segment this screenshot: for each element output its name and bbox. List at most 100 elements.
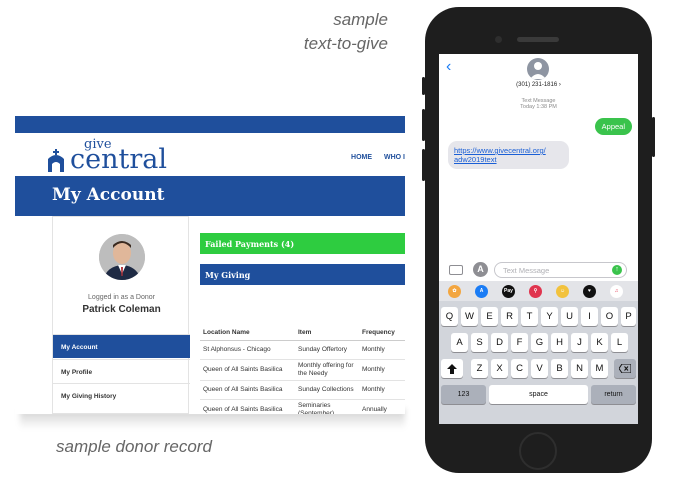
key-b[interactable]: B xyxy=(551,359,568,378)
account-main: Failed Payments (4) My Giving Location N… xyxy=(200,233,405,414)
key-q[interactable]: Q xyxy=(441,307,458,326)
imessage-app-drawer: ✿ A Pay ⚲ ☺ ♥ ♫ xyxy=(439,281,638,301)
return-key[interactable]: return xyxy=(591,385,636,404)
key-s[interactable]: S xyxy=(471,333,488,352)
table-row[interactable]: Queen of All Saints Basilica Sunday Coll… xyxy=(200,380,405,400)
main-nav: HOME WHO I xyxy=(341,154,405,161)
sidebar-item-my-profile[interactable]: My Profile xyxy=(53,359,190,383)
key-p[interactable]: P xyxy=(621,307,636,326)
cell-location: St Alphonsus - Chicago xyxy=(200,340,295,360)
send-arrow-icon[interactable]: ↑ xyxy=(612,265,622,275)
top-bar xyxy=(15,116,405,133)
key-l[interactable]: L xyxy=(611,333,628,352)
messages-screen: ‹ (301) 231-1816 › Text Message Today 1:… xyxy=(439,54,638,424)
church-icon xyxy=(48,149,64,172)
key-j[interactable]: J xyxy=(571,333,588,352)
site-header: give central HOME WHO I xyxy=(15,133,405,176)
outgoing-message-bubble: Appeal xyxy=(594,118,632,135)
message-input[interactable]: Text Message ↑ xyxy=(494,262,627,278)
space-key[interactable]: space xyxy=(489,385,588,404)
caption-top-line1: sample xyxy=(333,10,388,29)
key-k[interactable]: K xyxy=(591,333,608,352)
col-item: Item xyxy=(295,326,359,341)
message-input-placeholder: Text Message xyxy=(503,266,550,275)
key-f[interactable]: F xyxy=(511,333,528,352)
key-g[interactable]: G xyxy=(531,333,548,352)
sidebar-item-my-giving-history[interactable]: My Giving History xyxy=(53,383,190,407)
key-d[interactable]: D xyxy=(491,333,508,352)
cell-location: Queen of All Saints Basilica xyxy=(200,399,295,414)
shift-key[interactable] xyxy=(441,359,463,378)
logo-wordmark: give central xyxy=(70,138,167,173)
link-line2: adw2019text xyxy=(454,155,497,164)
caption-text-to-give: sample text-to-give xyxy=(188,8,388,56)
key-e[interactable]: E xyxy=(481,307,498,326)
cell-location: Queen of All Saints Basilica xyxy=(200,359,295,381)
giving-table: Location Name Item Frequency St Alphonsu… xyxy=(200,326,405,414)
givecentral-logo[interactable]: give central xyxy=(46,138,167,173)
cell-frequency: Monthly xyxy=(359,359,405,381)
appstore-app-icon[interactable]: A xyxy=(475,285,488,298)
account-sidebar: Logged in as a Donor Patrick Coleman My … xyxy=(52,216,190,414)
app-store-icon[interactable]: A xyxy=(473,262,488,277)
key-w[interactable]: W xyxy=(461,307,478,326)
table-row[interactable]: Queen of All Saints Basilica Monthly off… xyxy=(200,359,405,381)
shift-arrow-icon xyxy=(447,364,457,374)
ios-keyboard: ✿ A Pay ⚲ ☺ ♥ ♫ Q W E R T Y U I O P A S … xyxy=(439,281,638,424)
front-camera xyxy=(495,36,502,43)
message-timestamp: Text Message Today 1:38 PM xyxy=(439,98,638,110)
meta-line2: Today 1:38 PM xyxy=(520,104,557,110)
back-chevron-icon[interactable]: ‹ xyxy=(446,58,451,76)
key-n[interactable]: N xyxy=(571,359,588,378)
donor-name: Patrick Coleman xyxy=(82,304,161,315)
nav-who[interactable]: WHO I xyxy=(384,154,405,161)
key-v[interactable]: V xyxy=(531,359,548,378)
photos-app-icon[interactable]: ✿ xyxy=(448,285,461,298)
camera-icon[interactable] xyxy=(449,265,463,275)
caption-donor-record: sample donor record xyxy=(56,437,212,456)
key-y[interactable]: Y xyxy=(541,307,558,326)
failed-payments-banner[interactable]: Failed Payments (4) xyxy=(200,233,405,254)
volume-up-button xyxy=(422,109,425,141)
my-giving-header: My Giving xyxy=(200,264,405,285)
key-h[interactable]: H xyxy=(551,333,568,352)
applepay-app-icon[interactable]: Pay xyxy=(502,285,515,298)
table-row[interactable]: St Alphonsus - Chicago Sunday Offertory … xyxy=(200,340,405,360)
key-i[interactable]: I xyxy=(581,307,598,326)
page-title: My Account xyxy=(15,176,405,216)
key-a[interactable]: A xyxy=(451,333,468,352)
key-r[interactable]: R xyxy=(501,307,518,326)
numbers-key[interactable]: 123 xyxy=(441,385,486,404)
music-app-icon[interactable]: ♫ xyxy=(610,285,623,298)
compose-row: A Text Message ↑ xyxy=(439,259,638,281)
mute-switch xyxy=(422,77,425,95)
volume-down-button xyxy=(422,149,425,181)
iphone-mockup: ‹ (301) 231-1816 › Text Message Today 1:… xyxy=(422,7,655,473)
search-images-icon[interactable]: ⚲ xyxy=(529,285,542,298)
cell-item: Sunday Collections xyxy=(295,380,359,400)
key-o[interactable]: O xyxy=(601,307,618,326)
home-button[interactable] xyxy=(519,432,557,470)
key-z[interactable]: Z xyxy=(471,359,488,378)
contact-number[interactable]: (301) 231-1816 › xyxy=(439,82,638,88)
animoji-icon[interactable]: ☺ xyxy=(556,285,569,298)
key-m[interactable]: M xyxy=(591,359,608,378)
cell-frequency: Monthly xyxy=(359,340,405,360)
digital-touch-icon[interactable]: ♥ xyxy=(583,285,596,298)
key-c[interactable]: C xyxy=(511,359,528,378)
key-u[interactable]: U xyxy=(561,307,578,326)
cell-frequency: Monthly xyxy=(359,380,405,400)
incoming-link-bubble[interactable]: https://www.givecentral.org/ adw2019text xyxy=(448,141,569,169)
key-t[interactable]: T xyxy=(521,307,538,326)
logged-in-label: Logged in as a Donor xyxy=(88,294,155,301)
nav-home[interactable]: HOME xyxy=(351,154,372,161)
caption-top-line2: text-to-give xyxy=(303,34,388,53)
backspace-key[interactable] xyxy=(614,359,636,378)
key-x[interactable]: X xyxy=(491,359,508,378)
sidebar-item-my-account[interactable]: My Account xyxy=(53,334,190,358)
col-frequency: Frequency xyxy=(359,326,405,341)
cell-item: Seminaries (September) xyxy=(295,399,359,414)
table-row[interactable]: Queen of All Saints Basilica Seminaries … xyxy=(200,399,405,414)
cell-item: Sunday Offertory xyxy=(295,340,359,360)
contact-avatar-icon[interactable] xyxy=(527,58,549,80)
